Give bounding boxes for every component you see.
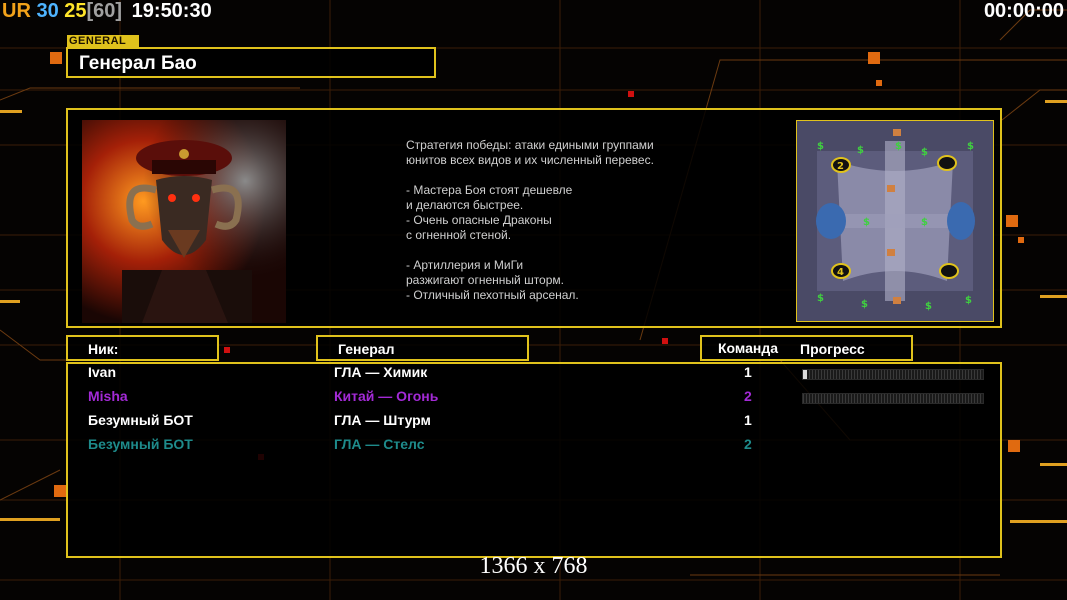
desc-line: юнитов всех видов и их численный перевес… — [406, 153, 654, 167]
desc-line: - Артиллерия и МиГи — [406, 258, 524, 272]
player-nick: Безумный БОТ — [88, 412, 193, 428]
strategy-description: Стратегия победы: атаки едиными группами… — [406, 138, 706, 303]
system-clock: 19:50:30 — [131, 0, 212, 22]
desc-line: и делаются быстрее. — [406, 198, 524, 212]
player-team: 2 — [744, 436, 752, 452]
svg-text:$: $ — [965, 295, 972, 306]
svg-text:$: $ — [857, 145, 864, 156]
general-name: Генерал Бао — [79, 53, 197, 74]
progress-fill — [803, 370, 807, 379]
header-team-progress: Команда Прогресс — [700, 335, 913, 361]
game-timer: 00:00:00 — [983, 0, 1064, 22]
fps-max: [60] — [86, 0, 123, 22]
desc-line: - Очень опасные Драконы — [406, 213, 552, 227]
player-general: Китай — Огонь — [334, 388, 439, 404]
player-general: ГЛА — Стелс — [334, 436, 425, 452]
player-nick: Ivan — [88, 364, 117, 380]
header-general: Генерал — [316, 335, 529, 361]
resolution-label: 1366 x 768 — [479, 553, 588, 579]
svg-text:$: $ — [921, 217, 928, 228]
svg-text:$: $ — [921, 147, 928, 158]
desc-line: разжигают огненный шторм. — [406, 273, 564, 287]
desc-line — [406, 243, 706, 258]
progress-bar — [802, 393, 984, 404]
player-list-panel — [66, 362, 1002, 558]
fps-value-a: 30 — [36, 0, 59, 22]
desc-line: - Отличный пехотный арсенал. — [406, 288, 579, 302]
start-marker-2: 2 — [837, 161, 844, 172]
player-general: ГЛА — Штурм — [334, 412, 431, 428]
player-nick: Безумный БОТ — [88, 436, 193, 452]
desc-line: Стратегия победы: атаки едиными группами — [406, 138, 654, 152]
map-preview-icon: $ $ $ $ $ $ $ $ $ $ $ 2 4 — [796, 120, 994, 322]
svg-text:$: $ — [817, 293, 824, 304]
desc-line — [406, 168, 706, 183]
svg-text:$: $ — [817, 141, 824, 152]
progress-bar — [802, 369, 984, 380]
svg-text:$: $ — [925, 301, 932, 312]
player-team: 1 — [744, 412, 752, 428]
player-team: 1 — [744, 364, 752, 380]
general-tag: GENERAL — [67, 35, 139, 47]
header-nick: Ник: — [66, 335, 219, 361]
svg-text:$: $ — [967, 141, 974, 152]
general-info-panel: Стратегия победы: атаки едиными группами… — [66, 108, 1002, 328]
player-general: ГЛА — Химик — [334, 364, 428, 380]
start-marker-4: 4 — [837, 267, 844, 278]
header-team: Команда — [718, 340, 778, 356]
svg-text:$: $ — [861, 299, 868, 310]
fps-counter: UR 30 25[60] 19:50:30 — [2, 0, 212, 23]
desc-line: с огненной стеной. — [406, 228, 512, 242]
ur-label: UR — [2, 0, 31, 22]
general-title-panel: Генерал Бао — [66, 47, 436, 78]
svg-text:$: $ — [863, 217, 870, 228]
player-team: 2 — [744, 388, 752, 404]
player-nick: Misha — [88, 388, 128, 404]
svg-text:$: $ — [895, 141, 902, 152]
header-progress: Прогресс — [800, 341, 865, 357]
desc-line: - Мастера Боя стоят дешевле — [406, 183, 573, 197]
general-portrait-icon — [82, 120, 286, 323]
fps-value-b: 25 — [64, 0, 87, 22]
